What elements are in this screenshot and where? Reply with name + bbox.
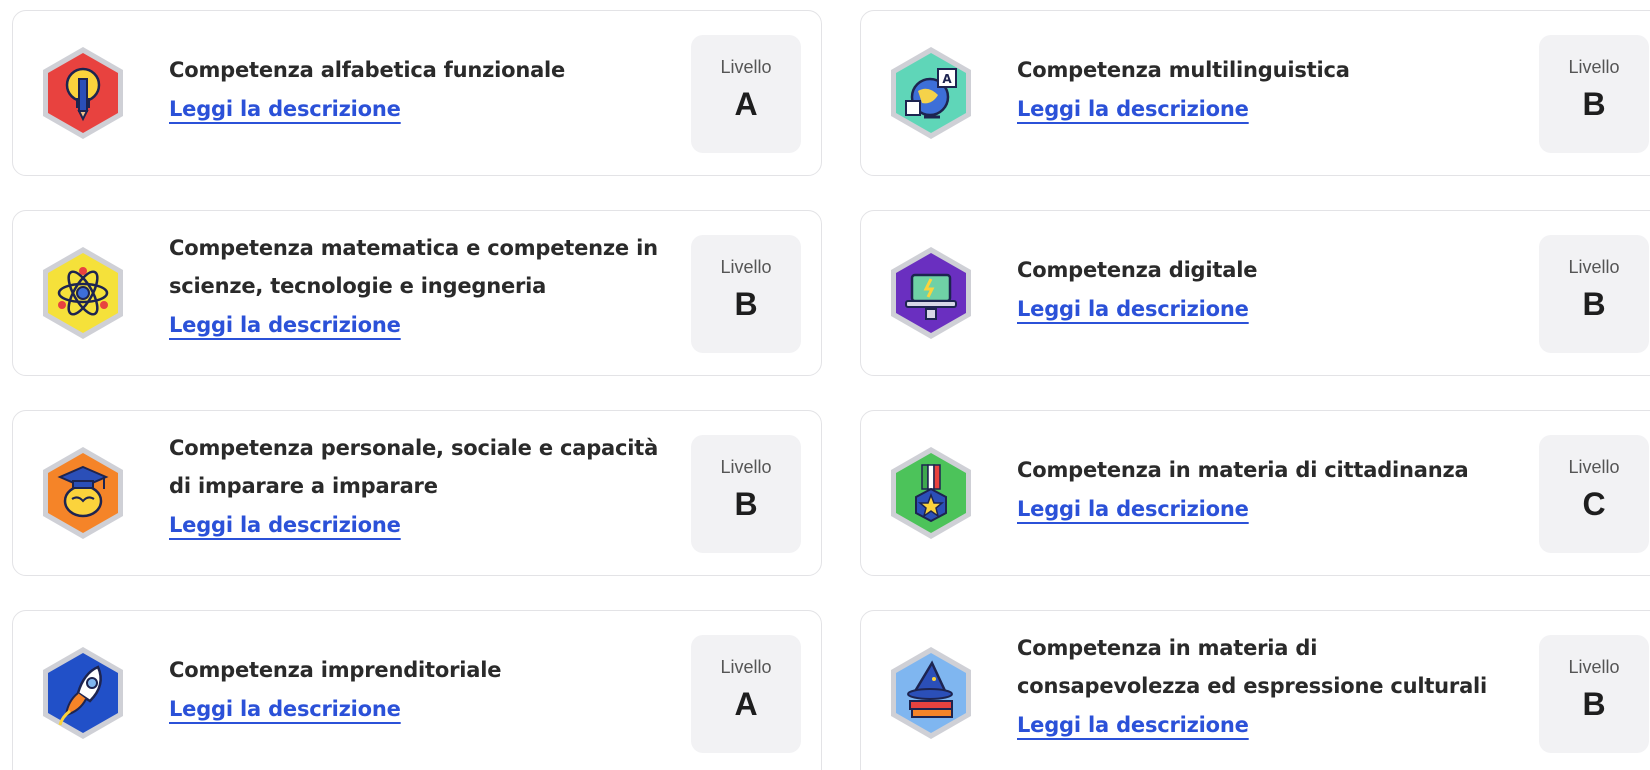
competence-title: Competenza multilinguistica: [1017, 58, 1350, 82]
level-box: Livello B: [691, 235, 801, 353]
level-box: Livello A: [691, 635, 801, 753]
medal-icon: [888, 445, 974, 541]
competence-card: Competenza in materia di cittadinanza Le…: [860, 410, 1650, 576]
level-value: B: [1582, 286, 1606, 322]
level-label: Livello: [1568, 57, 1620, 77]
read-description-link[interactable]: Leggi la descrizione: [169, 513, 401, 537]
level-box: Livello B: [1539, 635, 1649, 753]
level-value: B: [1582, 686, 1606, 722]
level-box: Livello B: [691, 435, 801, 553]
lightbulb-pen-icon: [40, 45, 126, 141]
competence-title: Competenza digitale: [1017, 258, 1258, 282]
read-description-link[interactable]: Leggi la descrizione: [169, 313, 401, 337]
competence-card: Competenza matematica e competenze in sc…: [12, 210, 822, 376]
level-value: B: [734, 286, 758, 322]
level-label: Livello: [1568, 657, 1620, 677]
level-label: Livello: [1568, 257, 1620, 277]
competence-title: Competenza matematica e competenze in sc…: [169, 236, 658, 298]
level-label: Livello: [720, 57, 772, 77]
level-box: Livello C: [1539, 435, 1649, 553]
level-value: B: [734, 486, 758, 522]
level-box: Livello B: [1539, 235, 1649, 353]
competence-title: Competenza alfabetica funzionale: [169, 58, 566, 82]
globe-letters-icon: A: [888, 45, 974, 141]
competence-card: Competenza imprenditoriale Leggi la desc…: [12, 610, 822, 770]
read-description-link[interactable]: Leggi la descrizione: [169, 697, 401, 721]
competence-title: Competenza imprenditoriale: [169, 658, 502, 682]
read-description-link[interactable]: Leggi la descrizione: [1017, 97, 1249, 121]
competence-card: Competenza alfabetica funzionale Leggi l…: [12, 10, 822, 176]
level-value: C: [1582, 486, 1606, 522]
level-box: Livello B: [1539, 35, 1649, 153]
level-box: Livello A: [691, 35, 801, 153]
level-value: B: [1582, 86, 1606, 122]
level-value: A: [734, 686, 758, 722]
atom-icon: [40, 245, 126, 341]
competence-card: Competenza digitale Leggi la descrizione…: [860, 210, 1650, 376]
level-value: A: [734, 86, 758, 122]
svg-text:A: A: [942, 72, 952, 86]
level-label: Livello: [720, 257, 772, 277]
competence-card: Competenza personale, sociale e capacità…: [12, 410, 822, 576]
competence-title: Competenza in materia di consapevolezza …: [1017, 636, 1488, 698]
read-description-link[interactable]: Leggi la descrizione: [1017, 713, 1249, 737]
graduate-brain-icon: [40, 445, 126, 541]
competence-title: Competenza personale, sociale e capacità…: [169, 436, 659, 498]
wizard-hat-books-icon: [888, 645, 974, 741]
competence-card: Competenza in materia di consapevolezza …: [860, 610, 1650, 770]
competence-title: Competenza in materia di cittadinanza: [1017, 458, 1469, 482]
competence-card: A Competenza multilinguistica Leggi la d…: [860, 10, 1650, 176]
read-description-link[interactable]: Leggi la descrizione: [1017, 497, 1249, 521]
rocket-icon: [40, 645, 126, 741]
level-label: Livello: [720, 457, 772, 477]
laptop-icon: [888, 245, 974, 341]
read-description-link[interactable]: Leggi la descrizione: [1017, 297, 1249, 321]
level-label: Livello: [1568, 457, 1620, 477]
read-description-link[interactable]: Leggi la descrizione: [169, 97, 401, 121]
level-label: Livello: [720, 657, 772, 677]
